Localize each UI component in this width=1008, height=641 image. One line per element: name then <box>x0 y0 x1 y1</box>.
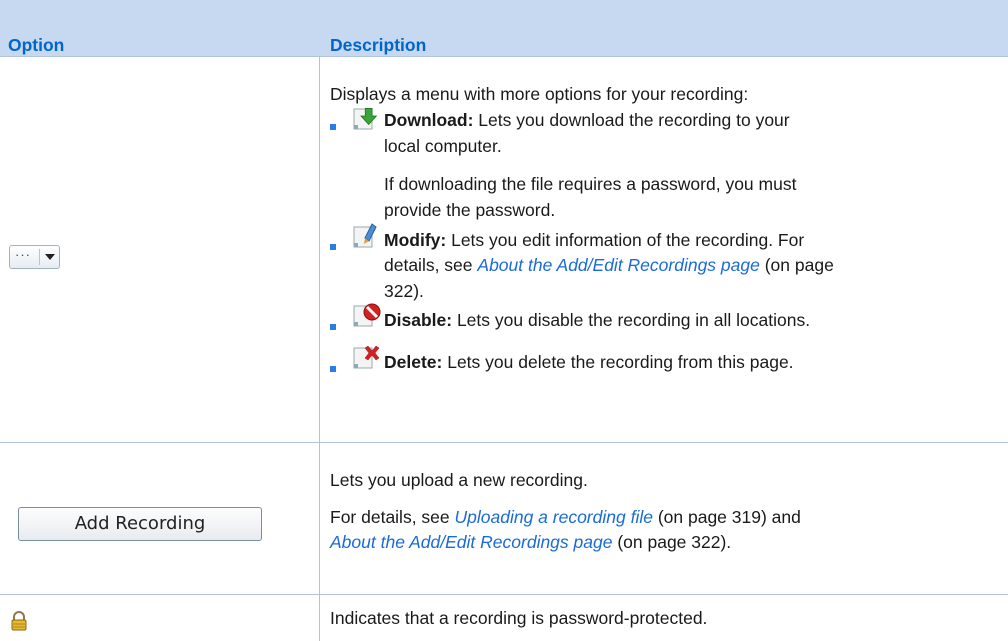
bullet <box>330 244 336 250</box>
row1-intro: Displays a menu with more options for yo… <box>330 84 749 104</box>
button-separator <box>39 249 40 265</box>
bullet <box>330 124 336 130</box>
lock-icon <box>11 611 27 631</box>
modify-icon <box>353 223 377 248</box>
disable-icon <box>353 303 381 327</box>
delete-item: Delete: Lets you delete the recording fr… <box>384 350 794 374</box>
row2-line1: For details, see Uploading a recording f… <box>330 505 801 529</box>
header-description: Description <box>330 35 427 55</box>
download-label: Download: <box>384 110 474 130</box>
row2-intro: Lets you upload a new recording. <box>330 470 588 490</box>
more-options-split-button[interactable]: ··· <box>9 245 60 269</box>
disable-text: Lets you disable the recording in all lo… <box>452 310 811 330</box>
modify-text-2: details, see About the Add/Edit Recordin… <box>384 253 834 277</box>
bullet <box>330 324 336 330</box>
uploading-recording-link[interactable]: Uploading a recording file <box>455 507 653 527</box>
download-note-1: If downloading the file requires a passw… <box>384 174 797 194</box>
modify-text-3: 322). <box>384 281 424 301</box>
add-edit-recordings-link[interactable]: About the Add/Edit Recordings page <box>330 532 612 552</box>
row3-text: Indicates that a recording is password-p… <box>330 608 708 628</box>
add-edit-recordings-link[interactable]: About the Add/Edit Recordings page <box>477 255 759 275</box>
row2-line2-post: (on page 322). <box>612 532 732 552</box>
row2-line1-post: (on page 319) and <box>652 507 801 527</box>
chevron-down-icon <box>45 254 55 260</box>
disable-label: Disable: <box>384 310 453 330</box>
download-note-2: provide the password. <box>384 200 556 220</box>
modify-item: Modify: Lets you edit information of the… <box>384 228 804 252</box>
row2-line2: About the Add/Edit Recordings page (on p… <box>330 530 731 554</box>
delete-icon <box>353 345 380 369</box>
add-recording-button[interactable]: Add Recording <box>18 507 262 541</box>
delete-text: Lets you delete the recording from this … <box>442 352 794 372</box>
bullet <box>330 366 336 372</box>
modify-label: Modify: <box>384 230 447 250</box>
delete-label: Delete: <box>384 352 443 372</box>
disable-item: Disable: Lets you disable the recording … <box>384 308 810 332</box>
ellipsis-icon: ··· <box>15 247 31 262</box>
header-option: Option <box>8 35 65 55</box>
row2-line1-pre: For details, see <box>330 507 455 527</box>
download-item: Download: Lets you download the recordin… <box>384 108 790 132</box>
download-icon <box>353 107 378 130</box>
column-divider <box>319 57 320 641</box>
row-divider <box>0 594 1008 595</box>
row-divider <box>0 442 1008 443</box>
modify-text-2-post: (on page <box>759 255 834 275</box>
download-text-2: local computer. <box>384 136 502 156</box>
modify-text-2-pre: details, see <box>384 255 478 275</box>
modify-text: Lets you edit information of the recordi… <box>446 230 805 250</box>
table-header: Option Description <box>0 0 1008 57</box>
download-text: Lets you download the recording to your <box>473 110 790 130</box>
